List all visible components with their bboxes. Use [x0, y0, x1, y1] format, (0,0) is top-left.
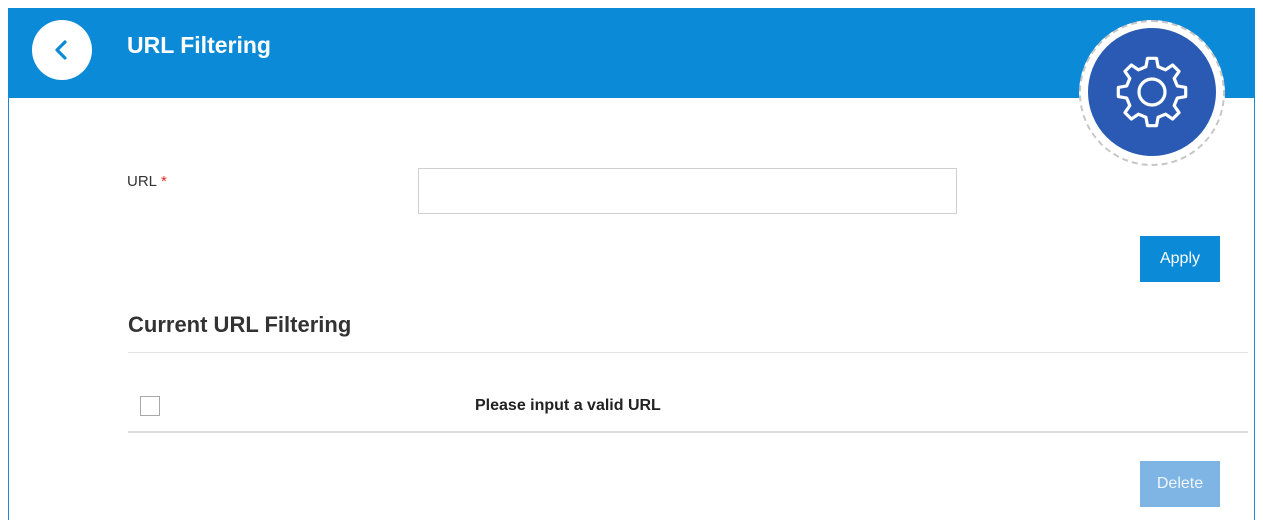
empty-list-message: Please input a valid URL: [475, 397, 661, 414]
gear-icon: [1116, 56, 1188, 128]
apply-button[interactable]: Apply: [1140, 236, 1220, 282]
required-marker: *: [161, 173, 167, 190]
chevron-left-icon: [55, 40, 67, 60]
back-button[interactable]: [32, 20, 92, 80]
url-input[interactable]: [418, 168, 957, 214]
url-label-text: URL: [127, 173, 158, 190]
page-title: URL Filtering: [127, 32, 271, 58]
section-divider: [128, 352, 1248, 353]
table-divider: [128, 431, 1248, 433]
section-title: Current URL Filtering: [128, 312, 352, 337]
url-label: URL *: [127, 173, 167, 190]
select-all-checkbox[interactable]: [140, 396, 160, 416]
settings-badge: [1088, 28, 1216, 156]
delete-button[interactable]: Delete: [1140, 461, 1220, 507]
